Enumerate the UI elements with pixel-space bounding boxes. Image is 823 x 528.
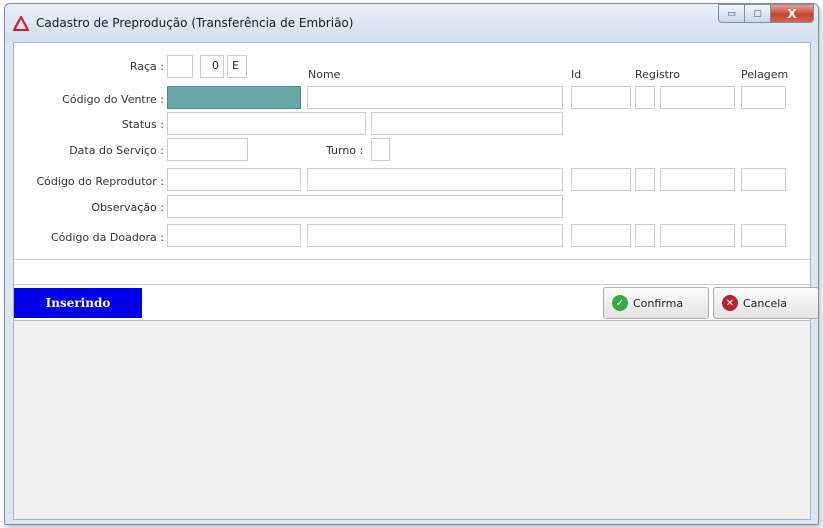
form-area: Raça : 0 E Nome Id Registro Pelagem Códi… xyxy=(14,43,810,259)
observacao-label: Observação : xyxy=(91,201,164,214)
doadora-registro-prefix-field[interactable] xyxy=(635,224,655,247)
ventre-pelagem-field[interactable] xyxy=(741,86,786,109)
window-controls: ▭ ▢ X xyxy=(718,4,814,24)
status-label: Status : xyxy=(121,118,164,131)
data-servico-field[interactable] xyxy=(167,138,248,161)
reprodutor-registro-field[interactable] xyxy=(660,168,735,191)
doadora-label: Código da Doadora : xyxy=(51,231,164,244)
raca-label: Raça : xyxy=(129,60,164,73)
ventre-registro-prefix-field[interactable] xyxy=(635,86,655,109)
ventre-label: Código do Ventre : xyxy=(62,93,164,106)
doadora-name-field[interactable] xyxy=(307,224,563,247)
turno-field[interactable] xyxy=(371,138,390,161)
reprodutor-registro-prefix-field[interactable] xyxy=(635,168,655,191)
turno-label: Turno : xyxy=(326,144,364,157)
doadora-code-field[interactable] xyxy=(167,224,301,247)
client-area: Raça : 0 E Nome Id Registro Pelagem Códi… xyxy=(13,42,818,520)
close-button[interactable]: X xyxy=(770,4,814,23)
ventre-registro-field[interactable] xyxy=(660,86,735,109)
check-circle-icon: ✓ xyxy=(612,295,628,311)
raca-code-field[interactable] xyxy=(167,55,193,78)
reprodutor-id-field[interactable] xyxy=(571,168,631,191)
status-code-field[interactable] xyxy=(167,112,366,135)
doadora-registro-field[interactable] xyxy=(660,224,735,247)
doadora-id-field[interactable] xyxy=(571,224,631,247)
mode-status-badge: Inserindo xyxy=(14,288,142,318)
status-description-field[interactable] xyxy=(371,112,563,135)
minimize-button[interactable]: ▭ xyxy=(718,4,744,23)
observacao-field[interactable] xyxy=(167,195,563,218)
id-column-header: Id xyxy=(571,68,582,81)
reprodutor-pelagem-field[interactable] xyxy=(741,168,786,191)
nome-column-header: Nome xyxy=(308,68,341,81)
pelagem-column-header: Pelagem xyxy=(741,68,789,81)
doadora-pelagem-field[interactable] xyxy=(741,224,786,247)
action-bar: Inserindo ✓ Confirma ✕ Cancela xyxy=(14,285,818,321)
raca-letter-field[interactable]: E xyxy=(227,55,247,78)
app-window: Cadastro de Preprodução (Transferência d… xyxy=(4,3,819,525)
reprodutor-label: Código do Reprodutor : xyxy=(36,175,165,188)
x-circle-icon: ✕ xyxy=(722,295,738,311)
reprodutor-name-field[interactable] xyxy=(307,168,563,191)
window-title: Cadastro de Preprodução (Transferência d… xyxy=(36,16,354,30)
reprodutor-code-field[interactable] xyxy=(167,168,301,191)
registro-column-header: Registro xyxy=(635,68,681,81)
ventre-id-field[interactable] xyxy=(571,86,631,109)
confirm-button[interactable]: ✓ Confirma xyxy=(603,287,709,319)
empty-grid-area xyxy=(14,321,810,519)
cancel-button-label: Cancela xyxy=(743,296,788,310)
maximize-button[interactable]: ▢ xyxy=(744,4,770,23)
separator-bar xyxy=(14,259,810,285)
ventre-name-field[interactable] xyxy=(307,86,563,109)
confirm-button-label: Confirma xyxy=(633,296,684,310)
raca-number-field[interactable]: 0 xyxy=(200,55,224,78)
data-servico-label: Data do Serviço : xyxy=(69,144,164,157)
cancel-button[interactable]: ✕ Cancela xyxy=(713,287,818,319)
warning-triangle-icon xyxy=(13,16,29,31)
ventre-code-field[interactable] xyxy=(167,86,301,109)
title-bar[interactable]: Cadastro de Preprodução (Transferência d… xyxy=(5,4,818,42)
